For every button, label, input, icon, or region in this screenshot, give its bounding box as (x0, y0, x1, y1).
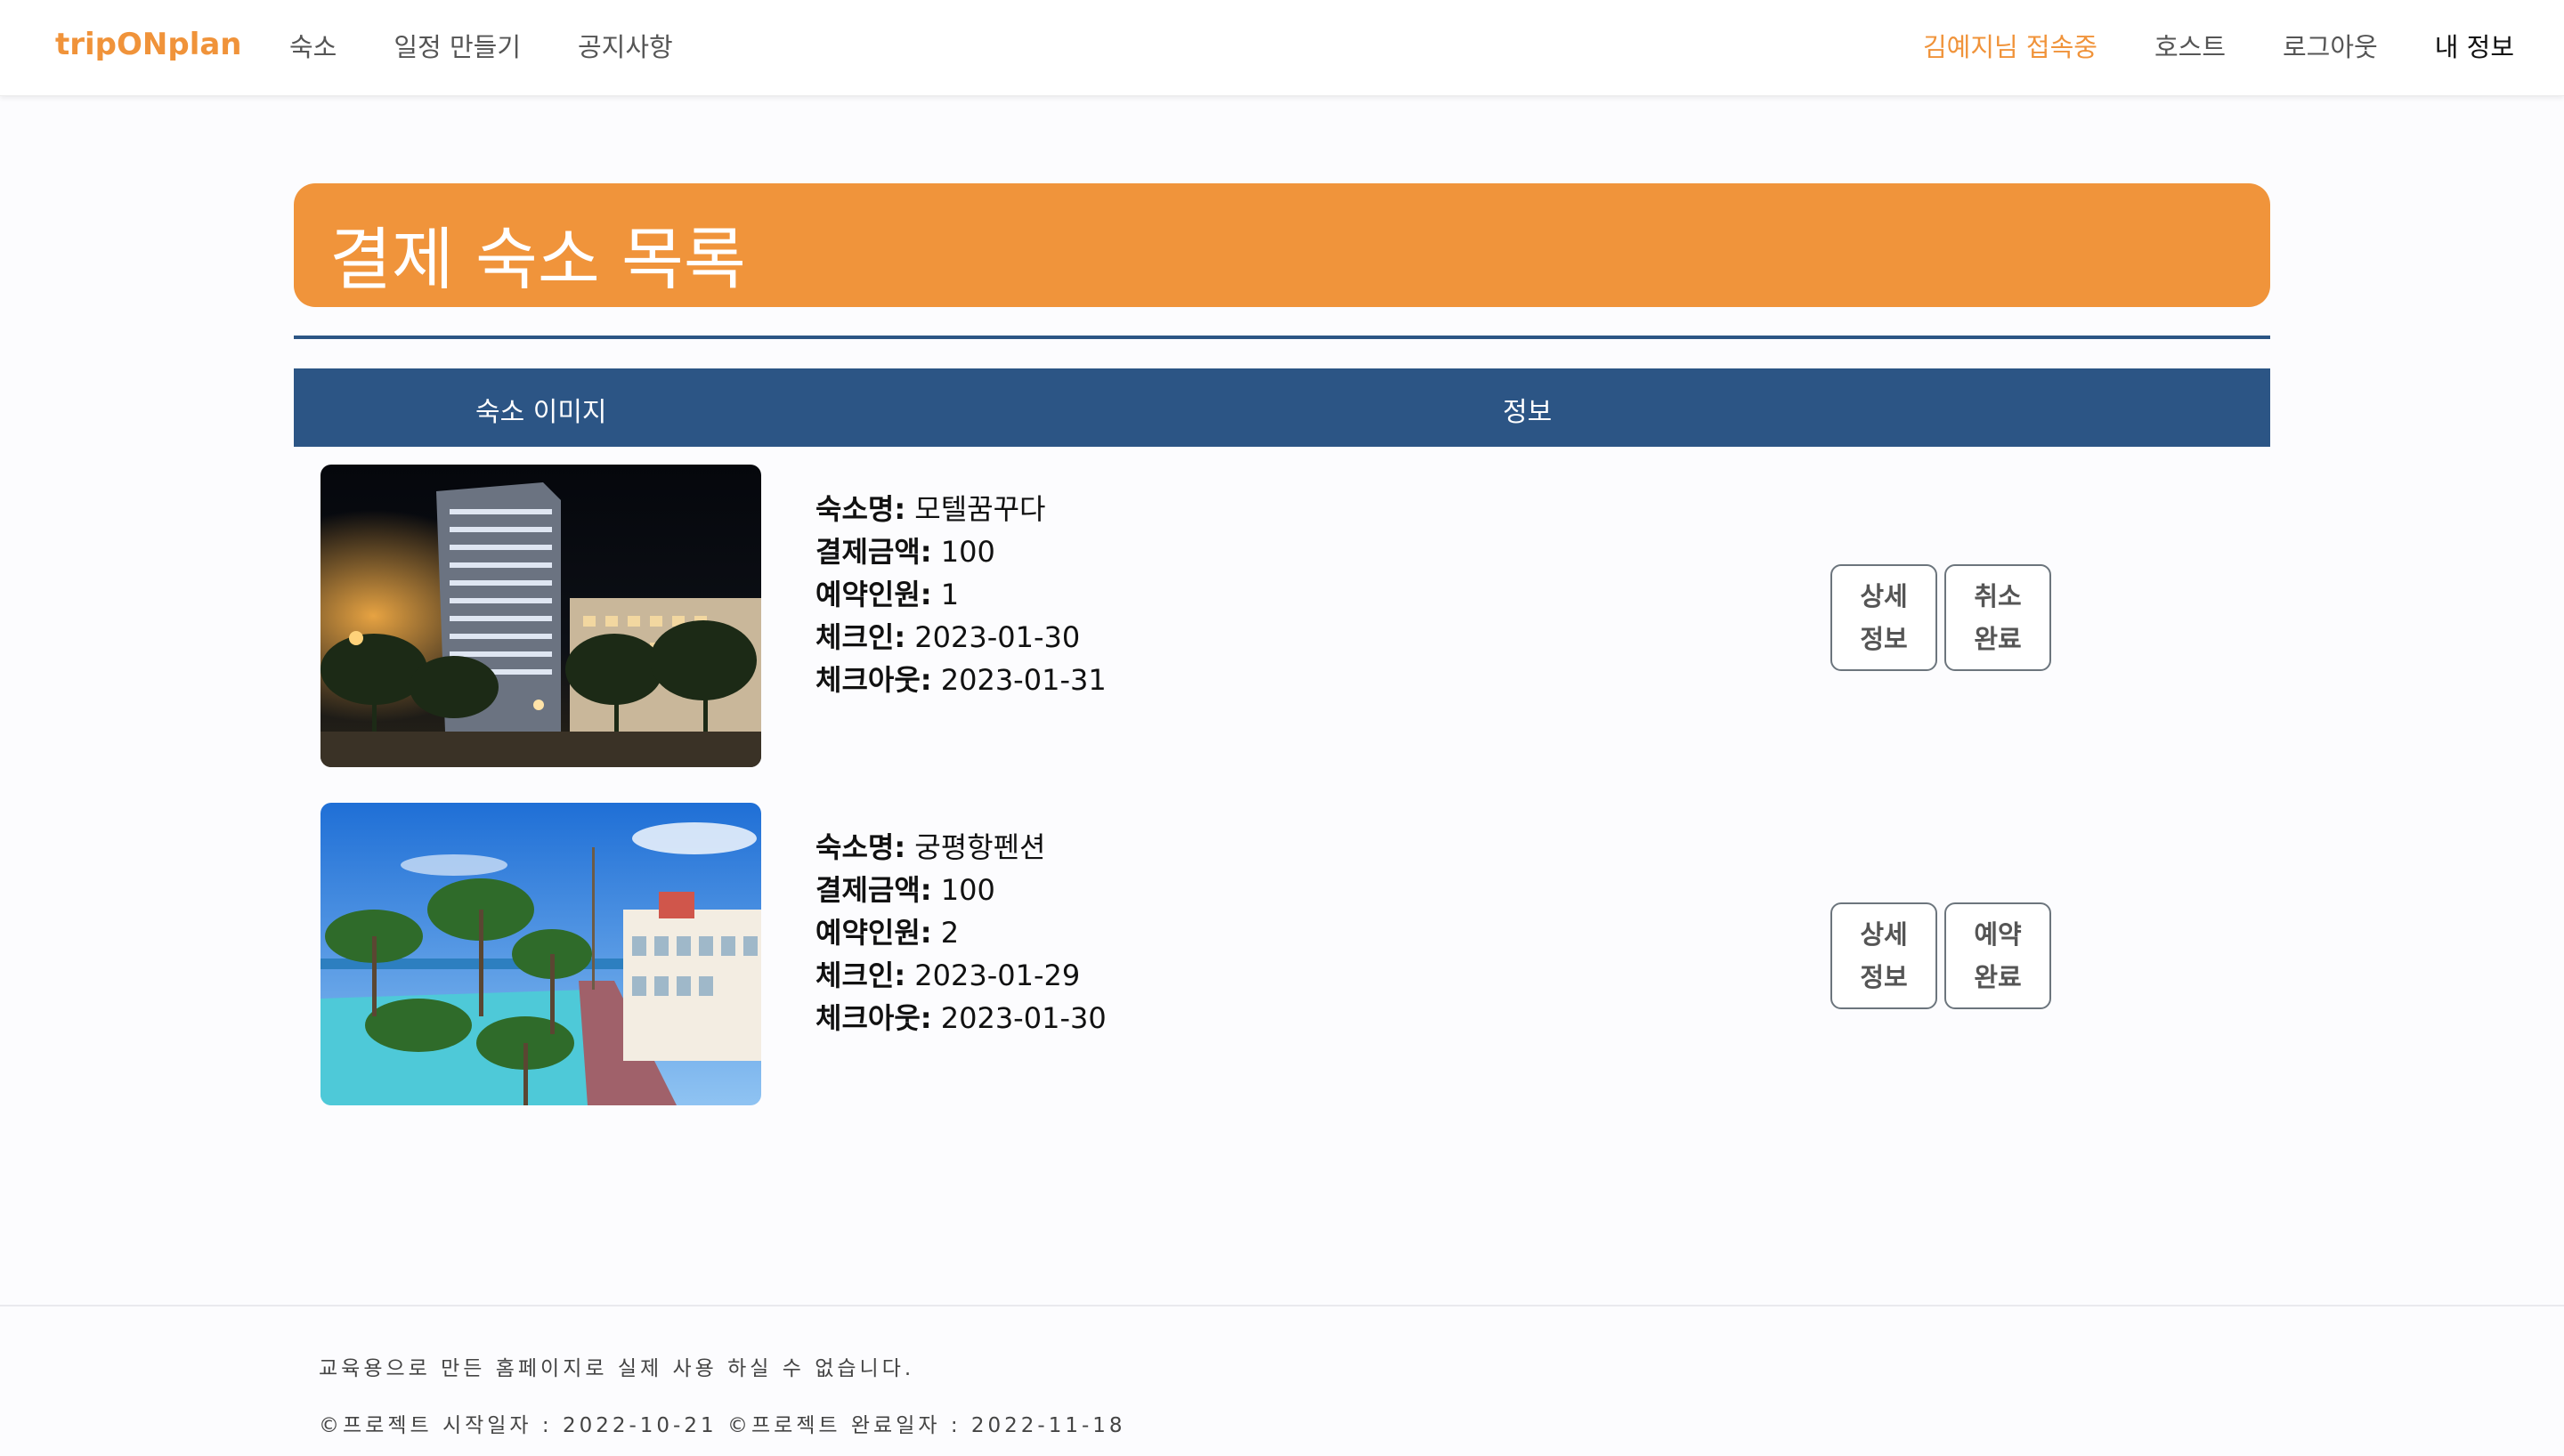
nav-right: 김예지님 접속중 호스트 로그아웃 내 정보 (1923, 27, 2514, 64)
footer-project-dates: ©프로젝트 시작일자 : 2022-10-21 ©프로젝트 완료일자 : 202… (319, 1414, 1126, 1437)
detail-button[interactable]: 상세 정보 (1830, 902, 1937, 1009)
row-actions: 상세 정보 예약 완료 (1830, 902, 2051, 1009)
info-amount: 결제금액: 100 (815, 873, 995, 907)
page-footer: 교육용으로 만든 홈페이지로 실제 사용 하실 수 없습니다. ©프로젝트 시작… (0, 1305, 2564, 1456)
accommodation-info: 숙소명: 궁평항펜션 결제금액: 100 예약인원: 2 체크인: 2023-0… (815, 826, 1107, 1039)
top-navbar: tripONplan 숙소 일정 만들기 공지사항 김예지님 접속중 호스트 로… (0, 0, 2564, 96)
info-guests: 예약인원: 2 (815, 916, 960, 950)
info-checkin: 체크인: 2023-01-29 (815, 959, 1081, 992)
reservation-complete-button[interactable]: 예약 완료 (1944, 902, 2051, 1009)
detail-button[interactable]: 상세 정보 (1830, 564, 1937, 671)
nav-link-accommodation[interactable]: 숙소 (289, 27, 337, 64)
nav-link-host[interactable]: 호스트 (2154, 27, 2226, 64)
cancel-complete-button[interactable]: 취소 완료 (1944, 564, 2051, 671)
info-amount: 결제금액: 100 (815, 535, 995, 569)
footer-disclaimer: 교육용으로 만든 홈페이지로 실제 사용 하실 수 없습니다. (319, 1357, 915, 1380)
page-title: 결제 숙소 목록 (329, 220, 746, 299)
page-title-banner: 결제 숙소 목록 (294, 183, 2270, 307)
row-actions: 상세 정보 취소 완료 (1830, 564, 2051, 671)
table-row: 숙소명: 모텔꿈꾸다 결제금액: 100 예약인원: 1 체크인: 2023-0… (294, 465, 2270, 767)
info-checkout: 체크아웃: 2023-01-30 (815, 1001, 1107, 1035)
info-name: 숙소명: 궁평항펜션 (815, 830, 1046, 864)
brand-logo[interactable]: tripONplan (55, 27, 242, 62)
column-header-image: 숙소 이미지 (475, 397, 607, 428)
nav-link-notice[interactable]: 공지사항 (578, 27, 673, 64)
title-divider (294, 336, 2270, 339)
nav-link-logout[interactable]: 로그아웃 (2283, 27, 2378, 64)
column-header-info: 정보 (1503, 397, 1553, 428)
nav-link-my-info[interactable]: 내 정보 (2435, 27, 2514, 64)
info-checkin: 체크인: 2023-01-30 (815, 620, 1081, 654)
nav-link-make-schedule[interactable]: 일정 만들기 (394, 27, 521, 64)
table-row: 숙소명: 궁평항펜션 결제금액: 100 예약인원: 2 체크인: 2023-0… (294, 803, 2270, 1105)
accommodation-info: 숙소명: 모텔꿈꾸다 결제금액: 100 예약인원: 1 체크인: 2023-0… (815, 488, 1107, 701)
nav-left: 숙소 일정 만들기 공지사항 (289, 27, 673, 64)
user-status: 김예지님 접속중 (1922, 32, 2097, 62)
info-guests: 예약인원: 1 (815, 578, 960, 611)
info-checkout: 체크아웃: 2023-01-31 (815, 663, 1107, 697)
accommodation-image (320, 465, 761, 767)
table-header: 숙소 이미지 정보 (294, 368, 2270, 447)
info-name: 숙소명: 모텔꿈꾸다 (815, 492, 1046, 526)
accommodation-image (320, 803, 761, 1105)
